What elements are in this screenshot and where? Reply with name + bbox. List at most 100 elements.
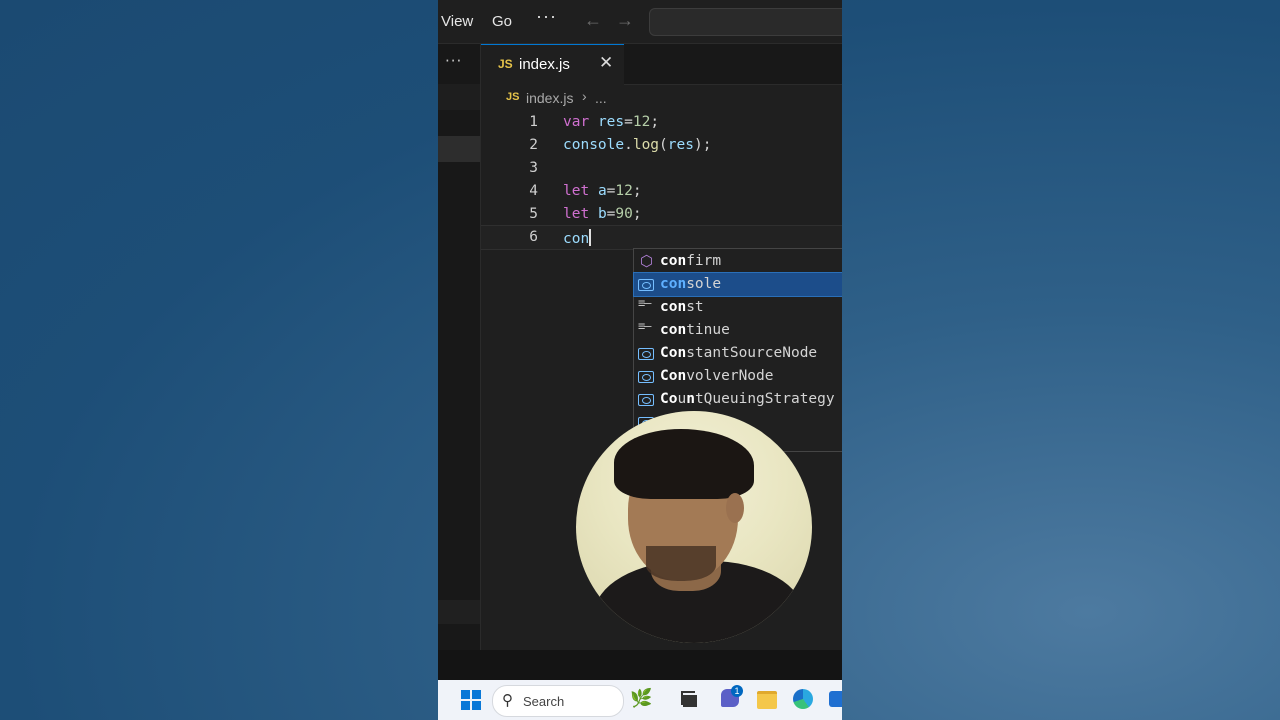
suggestion-match: Con — [660, 345, 687, 361]
suggestion-rest: u — [677, 391, 687, 407]
text-cursor — [589, 229, 592, 246]
webcam-ear — [726, 493, 744, 523]
suggestion-label: continue — [660, 322, 730, 338]
sidebar: ··· — [438, 44, 481, 650]
panel-divider — [438, 650, 842, 680]
menu-go[interactable]: Go — [492, 13, 512, 30]
sidebar-row[interactable] — [438, 84, 480, 110]
line-number: 2 — [529, 137, 538, 153]
suggestion-match: con — [660, 322, 687, 338]
task-view-icon[interactable] — [683, 693, 697, 707]
code-line-current[interactable]: 6 con — [481, 225, 842, 250]
menu-view[interactable]: View — [441, 13, 473, 30]
suggestion-label: ConvolverNode — [660, 368, 774, 384]
menu-more-icon[interactable]: ··· — [536, 6, 557, 27]
windows-taskbar: ⚲ Search 🌿 1 — [438, 680, 842, 720]
store-app-icon[interactable] — [829, 691, 842, 707]
suggestion-rest: st — [686, 299, 704, 315]
punctuation: . — [624, 137, 633, 153]
suggestion-match: con — [660, 299, 687, 315]
suggestion-rest: stantSourceNode — [686, 345, 818, 361]
code-text: console.log(res); — [563, 137, 711, 153]
widgets-icon[interactable]: 🌿 — [630, 688, 652, 709]
code-line[interactable]: 1 var res=12; — [481, 111, 842, 134]
command-center-search[interactable] — [649, 8, 842, 36]
suggestion-item[interactable]: ≡‒ continue — [634, 319, 842, 342]
suggestion-rest: firm — [686, 253, 722, 269]
suggestion-label: ConstantSourceNode — [660, 345, 817, 361]
variable-icon — [638, 394, 654, 406]
webcam-overlay — [576, 411, 812, 643]
suggestion-match: Co — [660, 391, 678, 407]
suggestion-item[interactable]: ⬡ confirm — [634, 250, 842, 273]
suggestion-match: n — [686, 391, 695, 407]
punctuation: ); — [693, 137, 712, 153]
keyword-icon: ≡‒ — [638, 296, 651, 310]
suggestion-rest: sole — [686, 276, 722, 292]
sidebar-row[interactable] — [438, 600, 480, 624]
suggestion-rest: volverNode — [686, 368, 774, 384]
line-number: 3 — [529, 160, 538, 176]
tab-label: index.js — [519, 56, 570, 73]
suggestion-item-selected[interactable]: console — [633, 272, 842, 297]
code-line[interactable]: 2 console.log(res); — [481, 134, 842, 157]
number: 12 — [632, 114, 651, 130]
breadcrumb: JS index.js › ... — [481, 85, 842, 110]
variable-icon — [638, 371, 654, 383]
edge-browser-icon[interactable] — [793, 689, 813, 709]
suggestion-match: Con — [660, 368, 687, 384]
javascript-file-icon: JS — [506, 91, 520, 103]
close-icon[interactable]: ✕ — [599, 53, 613, 73]
keyword: let — [563, 206, 590, 222]
variable-icon — [638, 279, 654, 291]
suggestion-rest: tinue — [686, 322, 730, 338]
suggestion-item[interactable]: ConvolverNode — [634, 365, 842, 388]
line-number: 4 — [529, 183, 538, 199]
arrow-right-icon[interactable]: → — [616, 10, 634, 31]
suggestion-label: const — [660, 299, 704, 315]
file-explorer-icon[interactable] — [757, 691, 777, 709]
webcam-beard — [646, 546, 716, 581]
suggestion-label: CountQueuingStrategy — [660, 391, 835, 407]
identifier: console — [563, 137, 625, 153]
variable-icon — [638, 348, 654, 360]
suggestion-item[interactable]: ≡‒ const — [634, 296, 842, 319]
taskbar-search-box[interactable]: ⚲ Search — [492, 685, 624, 717]
code-text: var res=12; — [563, 114, 659, 130]
punctuation: ; — [632, 183, 642, 199]
windows-start-icon[interactable] — [461, 690, 481, 710]
search-icon: ⚲ — [502, 692, 513, 709]
typed-text: con — [563, 231, 590, 247]
arrow-left-icon[interactable]: ← — [584, 10, 602, 31]
notification-badge: 1 — [731, 685, 743, 697]
number: 90 — [615, 206, 633, 222]
tab-index-js[interactable]: JS index.js ✕ — [481, 44, 624, 85]
chevron-right-icon: › — [582, 88, 587, 104]
sidebar-row-selected[interactable] — [438, 136, 480, 162]
suggestion-label: confirm — [660, 253, 721, 269]
line-number: 5 — [529, 206, 538, 222]
keyword: let — [563, 183, 590, 199]
suggestion-item[interactable]: ConstantSourceNode — [634, 342, 842, 365]
line-number: 6 — [529, 229, 538, 245]
identifier: res — [597, 114, 625, 130]
sidebar-more-icon[interactable]: ··· — [445, 52, 462, 70]
suggestion-item[interactable]: CountQueuingStrategy — [634, 388, 842, 411]
code-line[interactable]: 5 let b=90; — [481, 203, 842, 226]
code-text: con — [563, 229, 592, 247]
code-line[interactable]: 4 let a=12; — [481, 180, 842, 203]
line-number: 1 — [529, 114, 538, 130]
method-cube-icon: ⬡ — [639, 252, 654, 270]
tab-bar: JS index.js ✕ — [481, 44, 842, 85]
suggestion-match: con — [660, 276, 687, 292]
punctuation: ; — [650, 114, 660, 130]
search-label: Search — [523, 694, 565, 709]
code-text: let a=12; — [563, 183, 642, 199]
webcam-hair — [614, 429, 754, 499]
breadcrumb-file[interactable]: index.js — [526, 90, 573, 106]
suggestion-rest: tQueuingStrategy — [694, 391, 835, 407]
identifier: b — [597, 206, 607, 222]
breadcrumb-symbols[interactable]: ... — [595, 90, 607, 106]
code-line[interactable]: 3 — [481, 157, 842, 180]
keyword: var — [563, 114, 590, 130]
